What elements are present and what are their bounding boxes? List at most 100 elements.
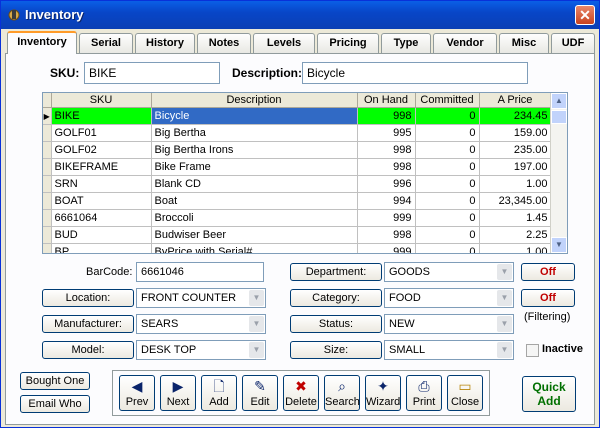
- cell-a-price[interactable]: 1.00: [479, 243, 552, 253]
- cell-a-price[interactable]: 235.00: [479, 141, 552, 159]
- status-combo[interactable]: NEW ▼: [384, 314, 514, 334]
- location-combo[interactable]: FRONT COUNTER ▼: [136, 288, 266, 308]
- delete-button[interactable]: ✖ Delete: [283, 375, 319, 411]
- tab-udf[interactable]: UDF: [551, 33, 595, 53]
- tab-levels[interactable]: Levels: [253, 33, 315, 53]
- tab-misc[interactable]: Misc: [499, 33, 549, 53]
- table-row[interactable]: ▶ BIKE Bicycle 998 0 234.45: [43, 107, 552, 125]
- cell-sku[interactable]: BP: [51, 243, 152, 253]
- sku-input[interactable]: BIKE: [84, 62, 220, 84]
- cell-on-hand[interactable]: 995: [357, 124, 416, 142]
- wizard-button[interactable]: ✦ Wizard: [365, 375, 401, 411]
- table-row[interactable]: BOAT Boat 994 0 23,345.00: [43, 192, 552, 210]
- description-input[interactable]: Bicycle: [302, 62, 528, 84]
- close-window-button[interactable]: ✕: [575, 5, 595, 25]
- tab-history[interactable]: History: [135, 33, 195, 53]
- scroll-down-icon[interactable]: ▼: [551, 237, 567, 253]
- tab-serial[interactable]: Serial: [79, 33, 133, 53]
- scroll-thumb[interactable]: [551, 110, 567, 124]
- cell-on-hand[interactable]: 998: [357, 107, 416, 125]
- chevron-down-icon[interactable]: ▼: [249, 342, 264, 358]
- tab-type[interactable]: Type: [381, 33, 431, 53]
- cell-sku[interactable]: SRN: [51, 175, 152, 193]
- table-row[interactable]: BUD Budwiser Beer 998 0 2.25: [43, 226, 552, 244]
- department-button[interactable]: Department:: [290, 263, 382, 281]
- chevron-down-icon[interactable]: ▼: [497, 290, 512, 306]
- table-row[interactable]: GOLF02 Big Bertha Irons 998 0 235.00: [43, 141, 552, 159]
- column-header-committed[interactable]: Committed: [415, 93, 480, 108]
- cell-a-price[interactable]: 159.00: [479, 124, 552, 142]
- status-button[interactable]: Status:: [290, 315, 382, 333]
- inactive-checkbox[interactable]: [526, 344, 539, 357]
- cell-a-price[interactable]: 1.00: [479, 175, 552, 193]
- cell-description[interactable]: Big Bertha: [151, 124, 358, 142]
- cell-committed[interactable]: 0: [415, 243, 480, 253]
- tab-vendor[interactable]: Vendor: [433, 33, 497, 53]
- scroll-up-icon[interactable]: ▲: [551, 93, 567, 109]
- cell-on-hand[interactable]: 998: [357, 226, 416, 244]
- bought-one-button[interactable]: Bought One: [20, 372, 90, 390]
- cell-sku[interactable]: BIKE: [51, 107, 152, 125]
- cell-committed[interactable]: 0: [415, 158, 480, 176]
- email-who-button[interactable]: Email Who: [20, 395, 90, 413]
- cell-a-price[interactable]: 2.25: [479, 226, 552, 244]
- cell-on-hand[interactable]: 999: [357, 209, 416, 227]
- cell-a-price[interactable]: 234.45: [479, 107, 552, 125]
- next-button[interactable]: ▶ Next: [160, 375, 196, 411]
- table-row[interactable]: 6661064 Broccoli 999 0 1.45: [43, 209, 552, 227]
- column-header-description[interactable]: Description: [151, 93, 358, 108]
- cell-description[interactable]: Blank CD: [151, 175, 358, 193]
- department-filter-off-button[interactable]: Off: [521, 263, 575, 281]
- cell-committed[interactable]: 0: [415, 141, 480, 159]
- cell-committed[interactable]: 0: [415, 107, 480, 125]
- tab-inventory[interactable]: Inventory: [7, 31, 77, 54]
- model-button[interactable]: Model:: [42, 341, 134, 359]
- cell-description[interactable]: Broccoli: [151, 209, 358, 227]
- cell-sku[interactable]: BOAT: [51, 192, 152, 210]
- cell-committed[interactable]: 0: [415, 124, 480, 142]
- add-button[interactable]: 🗋 Add: [201, 375, 237, 411]
- table-row[interactable]: BIKEFRAME Bike Frame 998 0 197.00: [43, 158, 552, 176]
- cell-description[interactable]: Big Bertha Irons: [151, 141, 358, 159]
- cell-a-price[interactable]: 197.00: [479, 158, 552, 176]
- cell-committed[interactable]: 0: [415, 175, 480, 193]
- cell-description[interactable]: Budwiser Beer: [151, 226, 358, 244]
- model-combo[interactable]: DESK TOP ▼: [136, 340, 266, 360]
- grid-vertical-scrollbar[interactable]: ▲ ▼: [550, 93, 567, 253]
- table-row[interactable]: GOLF01 Big Bertha 995 0 159.00: [43, 124, 552, 142]
- chevron-down-icon[interactable]: ▼: [249, 290, 264, 306]
- cell-description[interactable]: Bicycle: [151, 107, 358, 125]
- tab-notes[interactable]: Notes: [197, 33, 251, 53]
- title-bar[interactable]: Inventory ✕: [1, 1, 599, 29]
- category-combo[interactable]: FOOD ▼: [384, 288, 514, 308]
- cell-sku[interactable]: 6661064: [51, 209, 152, 227]
- cell-on-hand[interactable]: 999: [357, 243, 416, 253]
- column-header-a-price[interactable]: A Price: [479, 93, 552, 108]
- column-header-sku[interactable]: SKU: [51, 93, 152, 108]
- cell-description[interactable]: Bike Frame: [151, 158, 358, 176]
- size-button[interactable]: Size:: [290, 341, 382, 359]
- size-combo[interactable]: SMALL ▼: [384, 340, 514, 360]
- cell-committed[interactable]: 0: [415, 209, 480, 227]
- table-row[interactable]: SRN Blank CD 996 0 1.00: [43, 175, 552, 193]
- cell-sku[interactable]: BUD: [51, 226, 152, 244]
- department-combo[interactable]: GOODS ▼: [384, 262, 514, 282]
- inventory-grid[interactable]: SKU Description On Hand Committed A Pric…: [42, 92, 568, 254]
- tab-pricing[interactable]: Pricing: [317, 33, 379, 53]
- cell-sku[interactable]: GOLF01: [51, 124, 152, 142]
- category-filter-off-button[interactable]: Off: [521, 289, 575, 307]
- barcode-input[interactable]: 6661046: [136, 262, 264, 282]
- chevron-down-icon[interactable]: ▼: [497, 264, 512, 280]
- cell-description[interactable]: Boat: [151, 192, 358, 210]
- category-button[interactable]: Category:: [290, 289, 382, 307]
- column-header-on-hand[interactable]: On Hand: [357, 93, 416, 108]
- cell-on-hand[interactable]: 994: [357, 192, 416, 210]
- cell-committed[interactable]: 0: [415, 192, 480, 210]
- table-row[interactable]: BP ByPrice with Serial# 999 0 1.00: [43, 243, 552, 253]
- cell-on-hand[interactable]: 998: [357, 141, 416, 159]
- cell-on-hand[interactable]: 996: [357, 175, 416, 193]
- cell-committed[interactable]: 0: [415, 226, 480, 244]
- cell-on-hand[interactable]: 998: [357, 158, 416, 176]
- quick-add-button[interactable]: Quick Add: [522, 376, 576, 412]
- cell-a-price[interactable]: 23,345.00: [479, 192, 552, 210]
